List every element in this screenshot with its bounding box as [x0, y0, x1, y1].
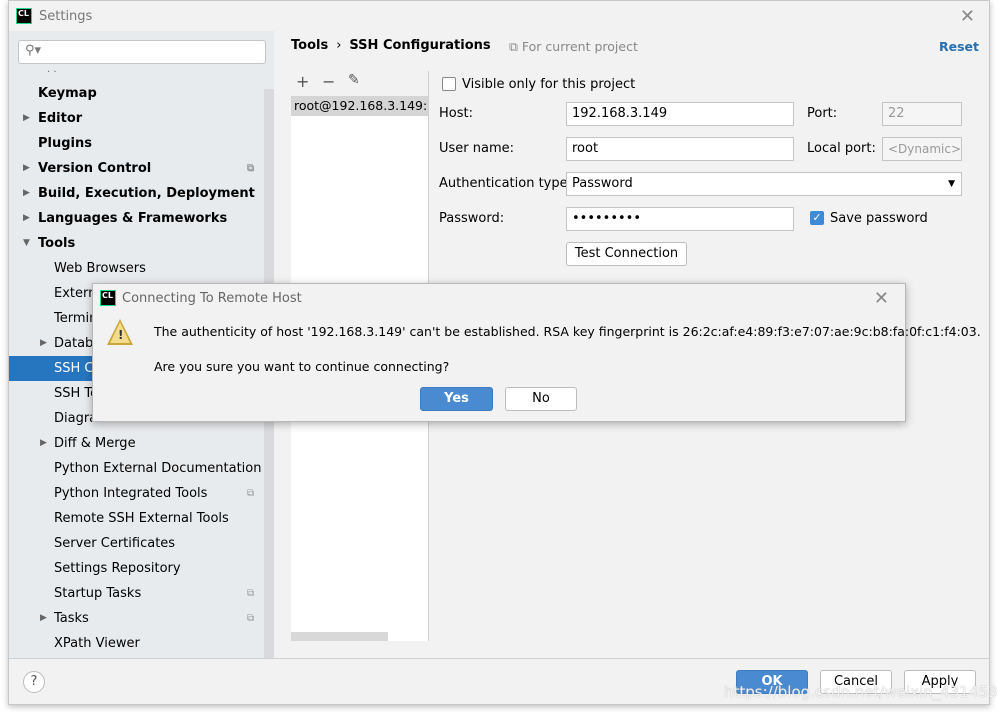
- sidebar-item[interactable]: ▶ Languages & Frameworks: [9, 206, 264, 231]
- sidebar-item-label: Python Integrated Tools: [54, 486, 208, 501]
- sidebar-item-label: Remote SSH External Tools: [54, 511, 229, 526]
- add-icon[interactable]: +: [296, 72, 309, 91]
- warning-icon: !: [107, 319, 133, 345]
- visible-only-label: Visible only for this project: [462, 77, 636, 92]
- sidebar-item-label: Version Control: [38, 161, 152, 176]
- copy-icon: ⧉: [247, 588, 255, 599]
- sidebar-item[interactable]: XPath Viewer: [9, 631, 264, 656]
- auth-label: Authentication type:: [439, 176, 572, 191]
- breadcrumb: Tools › SSH Configurations: [291, 38, 491, 53]
- title-bar: CL Settings ✕: [9, 1, 989, 31]
- sidebar-item-label: XPath Viewer: [54, 636, 140, 651]
- sidebar-item[interactable]: ▶ Diff & Merge: [9, 431, 264, 456]
- help-button[interactable]: ?: [23, 671, 45, 693]
- sidebar-item[interactable]: Plugins: [9, 131, 264, 156]
- test-connection-button[interactable]: Test Connection: [566, 242, 687, 266]
- password-label: Password:: [439, 211, 505, 226]
- sidebar-item-label: Languages & Frameworks: [38, 211, 228, 226]
- sidebar-item-label: Startup Tasks: [54, 586, 142, 601]
- sidebar-item[interactable]: Server Certificates: [9, 531, 264, 556]
- scope-label: ⧉ For current project: [509, 39, 638, 55]
- breadcrumb-tools[interactable]: Tools: [291, 38, 328, 53]
- dialog-title: Connecting To Remote Host: [122, 291, 302, 306]
- sidebar-item-label: Keymap: [38, 86, 97, 101]
- port-input[interactable]: 22: [882, 102, 962, 126]
- footer-divider: [9, 658, 989, 659]
- sidebar-item[interactable]: Python Integrated Tools ⧉: [9, 481, 264, 506]
- sidebar-item-label: Diff & Merge: [54, 436, 136, 451]
- chevron-right-icon[interactable]: ▶: [40, 431, 47, 456]
- chevron-right-icon: ›: [336, 38, 342, 53]
- no-button[interactable]: No: [505, 387, 577, 411]
- close-icon[interactable]: ✕: [960, 6, 975, 27]
- remove-icon[interactable]: −: [322, 72, 335, 91]
- sidebar-item-label: Plugins: [38, 136, 92, 151]
- sidebar-item-label: Python External Documentation: [54, 461, 262, 476]
- sidebar-item-label: Server Certificates: [54, 536, 176, 551]
- sidebar-item[interactable]: Python External Documentation: [9, 456, 264, 481]
- dialog-question: Are you sure you want to continue connec…: [154, 359, 450, 374]
- chevron-right-icon[interactable]: ▶: [23, 156, 30, 181]
- chevron-right-icon[interactable]: ▶: [23, 206, 30, 231]
- save-password-checkbox[interactable]: ✓: [810, 211, 824, 225]
- host-label: Host:: [439, 106, 473, 121]
- edit-icon[interactable]: ✎: [348, 72, 360, 88]
- local-port-input[interactable]: <Dynamic>: [882, 137, 962, 161]
- sidebar-item[interactable]: Startup Tasks ⧉: [9, 581, 264, 606]
- connect-dialog: CL Connecting To Remote Host ✕ ! The aut…: [92, 283, 981, 422]
- search-icon: ⚲▾: [25, 43, 42, 58]
- sidebar-item[interactable]: Web Browsers: [9, 256, 264, 281]
- window-title: Settings: [39, 9, 93, 24]
- visible-only-checkbox[interactable]: [442, 77, 456, 91]
- chevron-right-icon[interactable]: ▶: [40, 606, 47, 631]
- ok-button[interactable]: OK: [736, 670, 808, 694]
- sidebar-item[interactable]: ▶ Tasks ⧉: [9, 606, 264, 631]
- sidebar-item[interactable]: ▶ Build, Execution, Deployment: [9, 181, 264, 206]
- port-label: Port:: [807, 106, 838, 121]
- local-port-label: Local port:: [807, 141, 876, 156]
- chevron-down-icon: ▼: [948, 179, 955, 189]
- sidebar-item-label: Settings Repository: [54, 561, 181, 576]
- sidebar-item[interactable]: ▼ Tools: [9, 231, 264, 256]
- dialog-message: The authenticity of host '192.168.3.149'…: [154, 324, 981, 339]
- sidebar-item-label: Build, Execution, Deployment: [38, 186, 255, 201]
- copy-icon: ⧉: [247, 613, 255, 624]
- copy-icon: ⧉: [247, 163, 255, 174]
- chevron-right-icon[interactable]: ▶: [23, 106, 30, 131]
- list-scrollbar[interactable]: [291, 632, 388, 641]
- user-input[interactable]: root: [566, 137, 794, 161]
- host-input[interactable]: 192.168.3.149: [566, 102, 794, 126]
- sidebar-item[interactable]: ▶ Version Control ⧉: [9, 156, 264, 181]
- breadcrumb-ssh: SSH Configurations: [349, 38, 491, 53]
- save-password-label: Save password: [830, 211, 928, 226]
- scope-text: For current project: [521, 39, 638, 54]
- sidebar-item[interactable]: Settings Repository: [9, 556, 264, 581]
- user-label: User name:: [439, 141, 515, 156]
- copy-icon: ⧉: [247, 488, 255, 499]
- clion-logo: CL: [100, 290, 116, 306]
- search-input[interactable]: ⚲▾: [18, 40, 266, 64]
- more-indicator: · ·: [47, 67, 57, 78]
- sidebar-item[interactable]: Keymap: [9, 81, 264, 106]
- reset-link[interactable]: Reset: [939, 39, 979, 54]
- cancel-button[interactable]: Cancel: [820, 670, 892, 694]
- sidebar-item-label: Editor: [38, 111, 83, 126]
- chevron-down-icon[interactable]: ▼: [23, 231, 30, 256]
- sidebar-item-label: Tools: [38, 236, 76, 251]
- yes-button[interactable]: Yes: [420, 387, 493, 411]
- auth-value: Password: [572, 176, 633, 191]
- copy-icon: ⧉: [509, 39, 522, 54]
- password-input[interactable]: •••••••••: [566, 207, 794, 231]
- sidebar-item[interactable]: ▶ Editor: [9, 106, 264, 131]
- sidebar-item[interactable]: Remote SSH External Tools: [9, 506, 264, 531]
- chevron-right-icon[interactable]: ▶: [40, 331, 47, 356]
- apply-button[interactable]: Apply: [904, 670, 976, 694]
- clion-logo: CL: [16, 8, 32, 24]
- chevron-right-icon[interactable]: ▶: [23, 181, 30, 206]
- sidebar-item-label: Web Browsers: [54, 261, 146, 276]
- close-icon[interactable]: ✕: [874, 288, 889, 309]
- sidebar-item-label: Tasks: [54, 611, 89, 626]
- auth-select[interactable]: Password ▼: [566, 172, 962, 196]
- list-item[interactable]: root@192.168.3.149:22: [291, 96, 428, 116]
